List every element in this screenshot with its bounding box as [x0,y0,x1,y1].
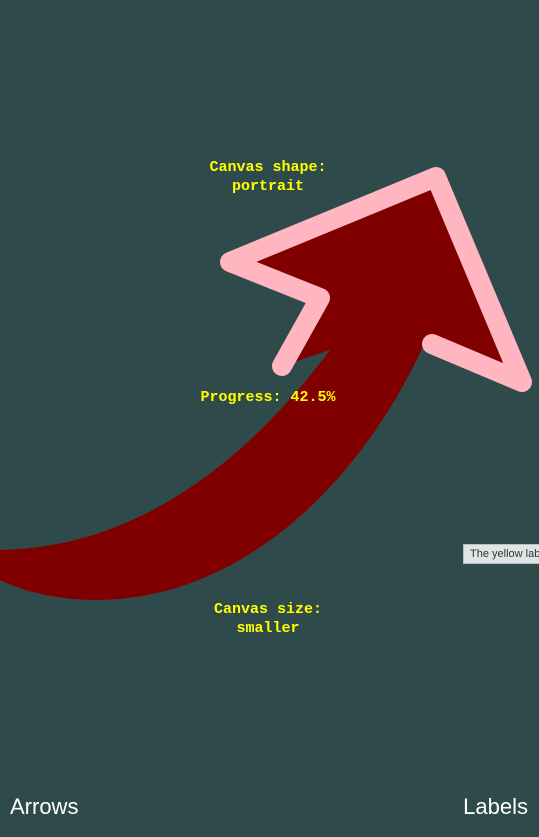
tooltip: The yellow lab [463,544,539,564]
canvas-stage: Canvas shape: portrait Progress: 42.5% C… [0,0,539,837]
arrows-link[interactable]: Arrows [10,793,78,821]
arrow-shaft [0,335,428,600]
canvas-shape-label: Canvas shape: portrait [168,158,368,196]
canvas-shape-value: portrait [231,178,304,195]
canvas-size-title: Canvas size: [213,601,323,618]
canvas-size-label: Canvas size: smaller [168,600,368,638]
progress-text: Progress: 42.5% [200,389,336,406]
progress-label: Progress: 42.5% [168,388,368,407]
canvas-size-value: smaller [236,620,300,637]
labels-link[interactable]: Labels [463,793,528,821]
canvas-shape-title: Canvas shape: [209,159,327,176]
curved-arrow [0,167,532,600]
